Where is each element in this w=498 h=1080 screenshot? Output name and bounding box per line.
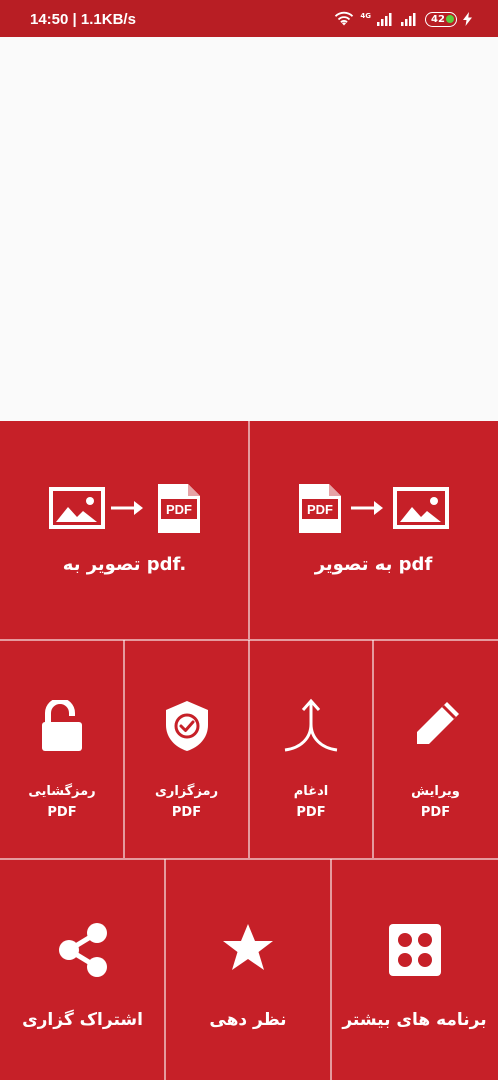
battery-level: 42: [431, 13, 445, 25]
svg-text:PDF: PDF: [166, 502, 192, 517]
unlock-icon: [42, 700, 82, 751]
rate-button[interactable]: نظر دهی: [165, 859, 331, 1080]
share-button[interactable]: اشتراک گزاری: [0, 859, 165, 1080]
merge-pdf-label-line2: PDF: [296, 805, 326, 820]
divider-row2: [0, 858, 498, 860]
divider-col-r2c: [372, 640, 374, 858]
pdf-to-image-icon: PDF: [299, 484, 449, 533]
divider-col-r2b: [248, 640, 250, 858]
divider-col-r2a: [123, 640, 125, 858]
network-type: 4G: [360, 12, 371, 20]
content-area: [0, 37, 498, 421]
image-to-pdf-icon: PDF: [49, 484, 200, 533]
status-bar: 14:50 | 1.1KB/s 4G 42: [0, 0, 498, 37]
shield-check-icon: [166, 701, 208, 751]
share-icon: [59, 923, 107, 977]
svg-text:PDF: PDF: [307, 502, 333, 517]
status-icons: 4G 42: [334, 10, 472, 28]
status-time: 14:50 | 1.1KB/s: [30, 11, 136, 28]
pdf-to-image-button[interactable]: PDF به تصویر pdf: [249, 421, 498, 640]
merge-arrows-icon: [284, 698, 338, 752]
divider-col-r3b: [330, 859, 332, 1080]
signal-icon: [377, 13, 392, 26]
image-to-pdf-button[interactable]: PDF تصویر به pdf.: [0, 421, 249, 640]
unlock-pdf-button[interactable]: رمزگشایی PDF: [0, 640, 124, 859]
protect-pdf-label: رمزگزاری PDF: [124, 781, 249, 823]
unlock-pdf-label-line1: رمزگشایی: [28, 784, 96, 799]
image-to-pdf-label: تصویر به pdf.: [62, 554, 187, 575]
charging-icon: [463, 12, 472, 26]
signal-icon-2: [401, 13, 416, 26]
share-label: اشتراک گزاری: [22, 1010, 143, 1030]
divider-col-r1: [248, 421, 250, 639]
more-apps-label: برنامه های بیشتر: [342, 1010, 487, 1030]
merge-pdf-label: ادغام PDF: [249, 781, 373, 823]
protect-pdf-label-line2: PDF: [171, 805, 202, 820]
divider-col-r3a: [164, 859, 166, 1080]
edit-pdf-label-line2: PDF: [420, 805, 451, 820]
edit-pdf-label: ویرایش PDF: [373, 781, 498, 823]
unlock-pdf-label-line2: PDF: [47, 805, 77, 820]
tools-grid: PDF تصویر به pdf. PDF به تصویر pdf رمزگش…: [0, 421, 498, 1080]
merge-pdf-label-line1: ادغام: [293, 784, 329, 799]
protect-pdf-label-line1: رمزگزاری: [154, 784, 219, 799]
apps-grid-icon: [389, 924, 441, 976]
edit-pdf-label-line1: ویرایش: [411, 784, 460, 799]
wifi-icon: [335, 11, 354, 26]
more-apps-button[interactable]: برنامه های بیشتر: [331, 859, 498, 1080]
battery-icon: 42: [425, 11, 457, 27]
protect-pdf-button[interactable]: رمزگزاری PDF: [124, 640, 249, 859]
pdf-to-image-label: به تصویر pdf: [314, 554, 433, 575]
unlock-pdf-label: رمزگشایی PDF: [0, 781, 124, 823]
pencil-icon: [417, 702, 459, 744]
edit-pdf-button[interactable]: ویرایش PDF: [373, 640, 498, 859]
rate-label: نظر دهی: [209, 1010, 287, 1030]
merge-pdf-button[interactable]: ادغام PDF: [249, 640, 373, 859]
star-icon: [223, 924, 273, 970]
